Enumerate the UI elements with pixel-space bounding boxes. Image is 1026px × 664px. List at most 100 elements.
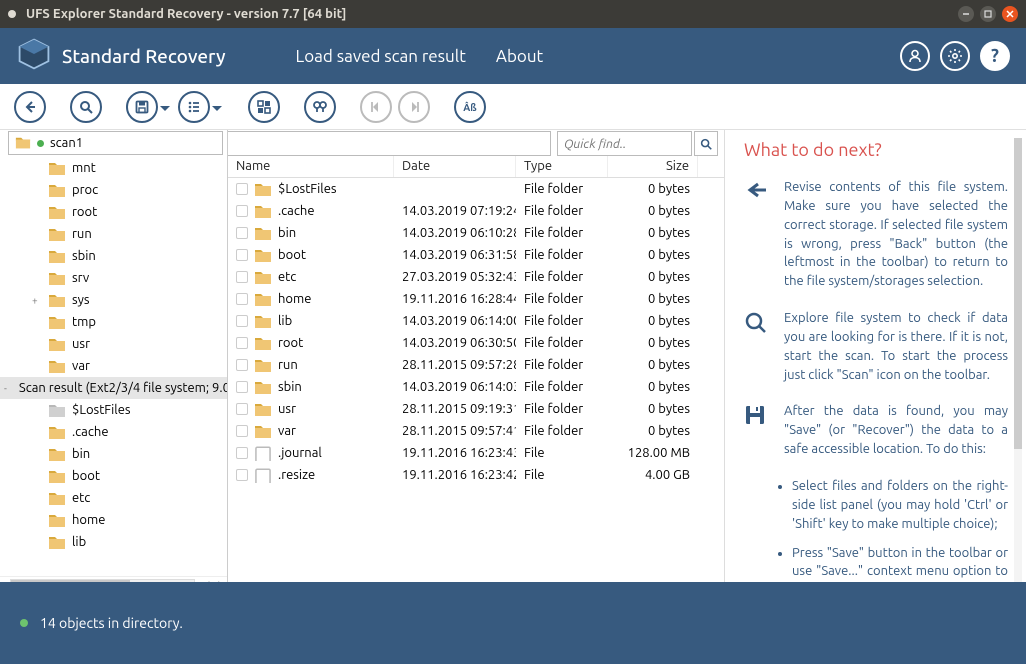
path-label: scan1 <box>50 136 83 150</box>
list-item[interactable]: .cache14.03.2019 07:19:24File folder0 by… <box>228 200 724 222</box>
row-checkbox[interactable] <box>236 403 248 415</box>
file-name: usr <box>278 402 296 416</box>
tree-item-label: etc <box>72 491 90 505</box>
tree-item[interactable]: proc <box>0 179 227 201</box>
menu-about[interactable]: About <box>496 47 543 66</box>
file-name: .journal <box>278 446 322 460</box>
row-checkbox[interactable] <box>236 425 248 437</box>
col-name[interactable]: Name <box>228 156 394 177</box>
tree-item[interactable]: root <box>0 201 227 223</box>
list-item[interactable]: .resize19.11.2016 16:23:42File4.00 GB <box>228 464 724 486</box>
tree-item[interactable]: lib <box>0 531 227 553</box>
file-date: 14.03.2019 06:30:50 <box>394 336 516 350</box>
tree-item-label: sbin <box>72 249 96 263</box>
tree-item[interactable]: bin <box>0 443 227 465</box>
tree-item[interactable]: sbin <box>0 245 227 267</box>
maximize-button[interactable] <box>980 6 996 22</box>
row-checkbox[interactable] <box>236 315 248 327</box>
find-next-button[interactable] <box>398 91 430 123</box>
tree-item[interactable]: $LostFiles <box>0 399 227 421</box>
quick-find-input[interactable] <box>557 131 692 156</box>
file-date: 27.03.2019 05:32:43 <box>394 270 516 284</box>
close-button[interactable] <box>1002 6 1018 22</box>
list-item[interactable]: root14.03.2019 06:30:50File folder0 byte… <box>228 332 724 354</box>
find-prev-button[interactable] <box>360 91 392 123</box>
file-type: File folder <box>516 402 608 416</box>
row-checkbox[interactable] <box>236 337 248 349</box>
list-item[interactable]: usr28.11.2015 09:19:31File folder0 bytes <box>228 398 724 420</box>
row-checkbox[interactable] <box>236 227 248 239</box>
tree-item[interactable]: +sys <box>0 289 227 311</box>
save-button[interactable] <box>126 91 158 123</box>
row-checkbox[interactable] <box>236 183 248 195</box>
tree-item-label: lib <box>72 535 86 549</box>
file-type: File folder <box>516 380 608 394</box>
tree-item-label: root <box>72 205 97 219</box>
quick-find-button[interactable] <box>694 131 718 156</box>
tree-item[interactable]: .cache <box>0 421 227 443</box>
list-item[interactable]: var28.11.2015 09:57:41File folder0 bytes <box>228 420 724 442</box>
list-item[interactable]: etc27.03.2019 05:32:43File folder0 bytes <box>228 266 724 288</box>
tree-item[interactable]: tmp <box>0 311 227 333</box>
folder-icon <box>254 204 272 219</box>
tree-item[interactable]: etc <box>0 487 227 509</box>
file-list[interactable]: $LostFilesFile folder0 bytes.cache14.03.… <box>228 178 724 590</box>
folder-icon <box>15 136 31 150</box>
list-item[interactable]: .journal19.11.2016 16:23:43File128.00 MB <box>228 442 724 464</box>
list-item[interactable]: bin14.03.2019 06:10:28File folder0 bytes <box>228 222 724 244</box>
tree-item[interactable]: var <box>0 355 227 377</box>
tree-item[interactable]: usr <box>0 333 227 355</box>
row-checkbox[interactable] <box>236 293 248 305</box>
folder-icon <box>48 447 66 462</box>
list-item[interactable]: sbin14.03.2019 06:14:03File folder0 byte… <box>228 376 724 398</box>
mask-button[interactable] <box>248 91 280 123</box>
tree-item[interactable]: mnt <box>0 157 227 179</box>
list-item[interactable]: lib14.03.2019 06:14:00File folder0 bytes <box>228 310 724 332</box>
row-checkbox[interactable] <box>236 447 248 459</box>
col-date[interactable]: Date <box>394 156 516 177</box>
list-item[interactable]: $LostFilesFile folder0 bytes <box>228 178 724 200</box>
menu-load-scan[interactable]: Load saved scan result <box>296 47 466 66</box>
path-bar-extension[interactable] <box>228 131 551 156</box>
path-bar[interactable]: scan1 <box>8 131 223 155</box>
list-view-button[interactable] <box>178 91 210 123</box>
list-header[interactable]: Name Date Type Size <box>228 156 724 178</box>
file-name: root <box>278 336 303 350</box>
file-size: 0 bytes <box>608 226 698 240</box>
file-name: .resize <box>278 468 315 482</box>
row-checkbox[interactable] <box>236 205 248 217</box>
list-item[interactable]: run28.11.2015 09:57:28File folder0 bytes <box>228 354 724 376</box>
settings-button[interactable] <box>940 41 970 71</box>
folder-icon <box>254 380 272 395</box>
scan-button[interactable] <box>70 91 102 123</box>
row-checkbox[interactable] <box>236 381 248 393</box>
tree-list[interactable]: mntproc root run sbin srv+systmpusrvar-Scan … <box>0 155 227 576</box>
arrow-left-icon <box>744 178 770 291</box>
help-step-text: After the data is found, you may "Save" … <box>784 402 1008 459</box>
list-item[interactable]: home19.11.2016 16:28:44File folder0 byte… <box>228 288 724 310</box>
find-button[interactable] <box>304 91 336 123</box>
back-button[interactable] <box>14 91 46 123</box>
encoding-button[interactable]: Âß <box>454 91 486 123</box>
tree-item[interactable]: boot <box>0 465 227 487</box>
help-vscrollbar[interactable] <box>1014 138 1022 582</box>
list-item[interactable]: boot14.03.2019 06:31:58File folder0 byte… <box>228 244 724 266</box>
window-controls <box>958 6 1018 22</box>
tree-scan-result[interactable]: -Scan result (Ext2/3/4 file system; 9.0 <box>0 377 227 399</box>
main-menu: Load saved scan result About <box>296 47 544 66</box>
col-type[interactable]: Type <box>516 156 608 177</box>
tree-item[interactable]: home <box>0 509 227 531</box>
tree-item-label: bin <box>72 447 90 461</box>
file-type: File folder <box>516 226 608 240</box>
col-size[interactable]: Size <box>608 156 698 177</box>
file-type: File folder <box>516 336 608 350</box>
row-checkbox[interactable] <box>236 249 248 261</box>
row-checkbox[interactable] <box>236 469 248 481</box>
account-button[interactable] <box>900 41 930 71</box>
row-checkbox[interactable] <box>236 271 248 283</box>
tree-item[interactable]: srv <box>0 267 227 289</box>
tree-item[interactable]: run <box>0 223 227 245</box>
minimize-button[interactable] <box>958 6 974 22</box>
row-checkbox[interactable] <box>236 359 248 371</box>
help-button[interactable]: ? <box>980 41 1010 71</box>
